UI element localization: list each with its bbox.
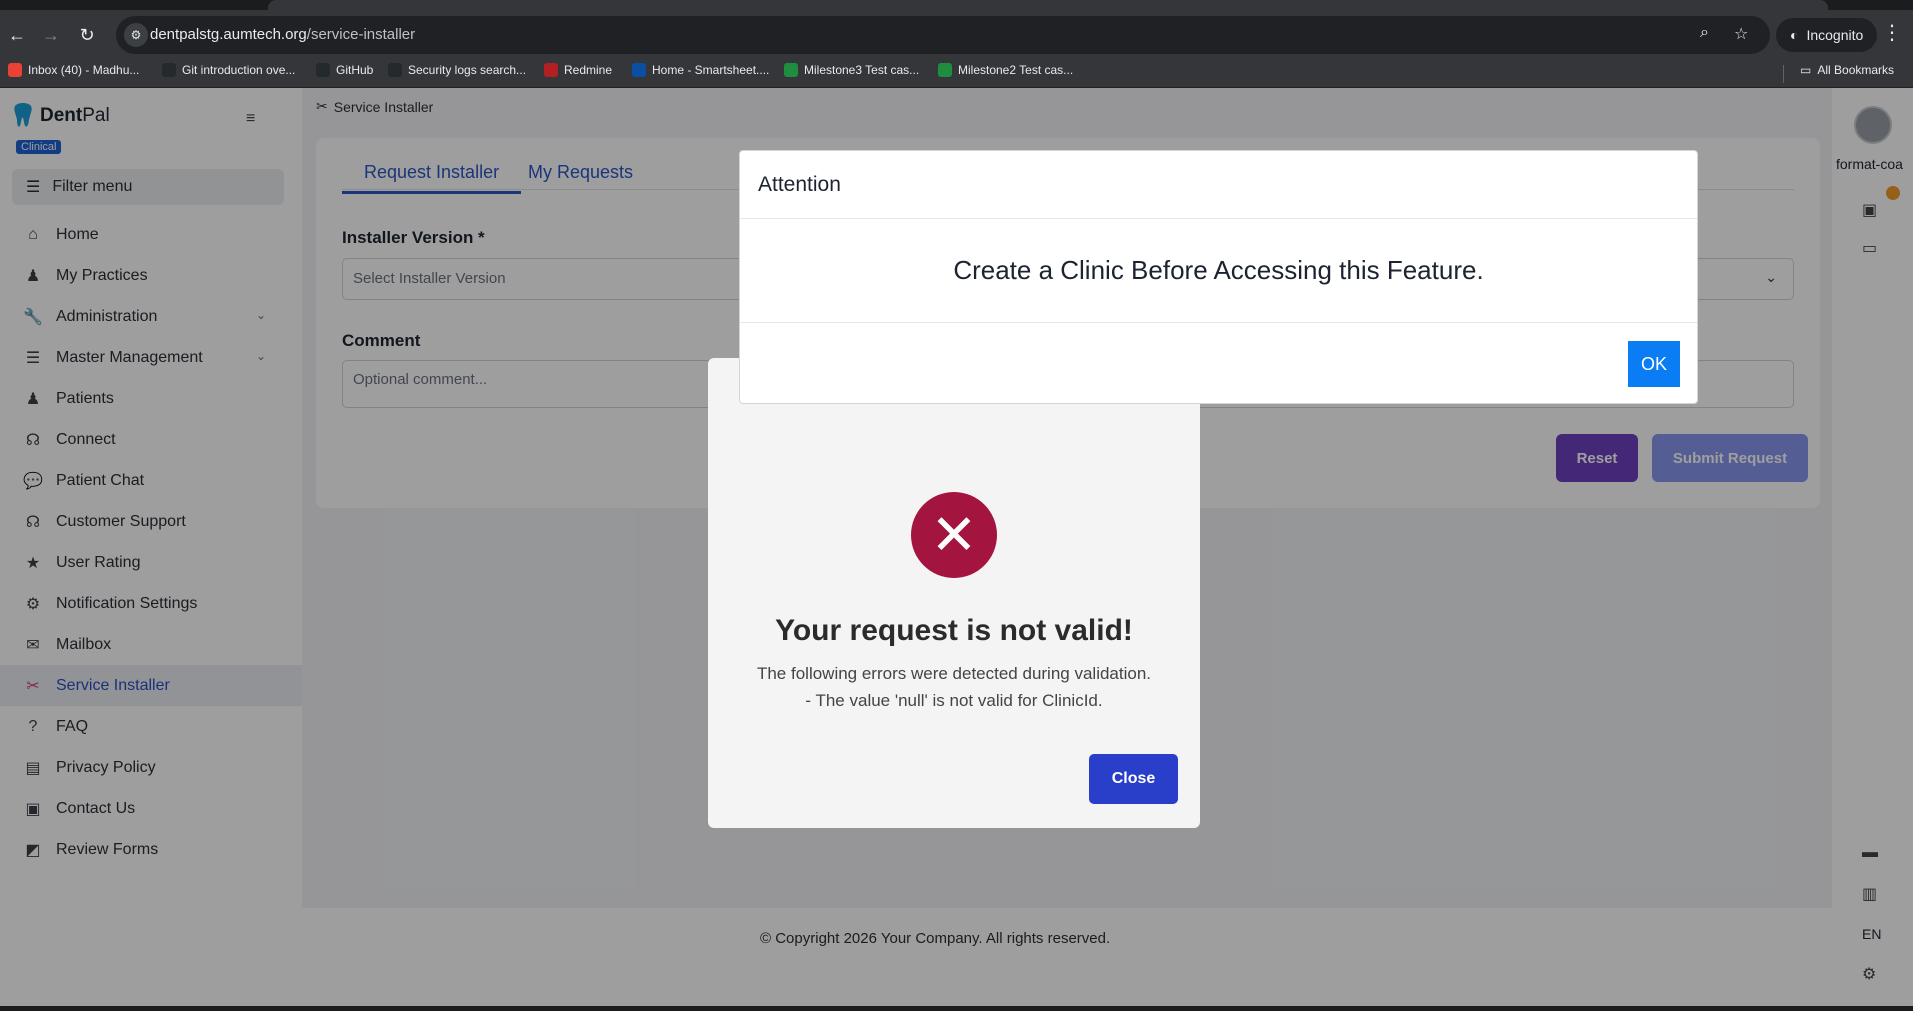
error-text: The following errors were detected durin… — [708, 660, 1200, 714]
all-bookmarks[interactable]: ▭ All Bookmarks — [1800, 63, 1894, 77]
incognito-label: Incognito — [1806, 27, 1864, 43]
error-line-1: The following errors were detected durin… — [756, 664, 1152, 683]
error-dialog: ✕ Your request is not valid! The followi… — [708, 358, 1200, 828]
attention-modal: Attention Create a Clinic Before Accessi… — [739, 150, 1698, 404]
bookmark-item[interactable]: Home - Smartsheet.... — [632, 63, 769, 77]
tab-strip — [0, 0, 1913, 10]
active-tab[interactable] — [268, 0, 1828, 10]
redmine-icon — [544, 63, 558, 77]
url-text[interactable]: dentpalstg.aumtech.org/service-installer — [150, 26, 415, 43]
browser-toolbar: ← → ↻ ⚙ dentpalstg.aumtech.org/service-i… — [0, 10, 1913, 62]
ok-button[interactable]: OK — [1628, 341, 1680, 387]
modal-message: Create a Clinic Before Accessing this Fe… — [740, 219, 1697, 323]
all-bookmarks-label: All Bookmarks — [1817, 63, 1895, 77]
bookmark-label: Security logs search... — [408, 63, 527, 77]
folder-icon: ▭ — [1800, 63, 1812, 77]
bookmark-item[interactable]: Inbox (40) - Madhu... — [8, 63, 139, 77]
sheets-icon — [938, 63, 952, 77]
bookmark-label: Inbox (40) - Madhu... — [28, 63, 140, 77]
bookmarks-divider — [1783, 65, 1784, 83]
github-icon — [162, 63, 176, 77]
bookmark-item[interactable]: Redmine — [544, 63, 612, 77]
bookmarks-bar: ▭ All Bookmarks Inbox (40) - Madhu... Git … — [0, 57, 1913, 88]
bookmark-item[interactable]: Milestone3 Test cas... — [784, 63, 919, 77]
address-bar[interactable]: ⚙ dentpalstg.aumtech.org/service-install… — [116, 16, 1770, 54]
forward-icon[interactable]: → — [36, 20, 66, 50]
zoom-icon[interactable]: ⌕ — [1700, 24, 1709, 42]
gmail-icon — [8, 63, 22, 77]
bookmark-label: Milestone2 Test cas... — [958, 63, 1074, 77]
bookmark-item[interactable]: Git introduction ove... — [162, 63, 295, 77]
reload-icon[interactable]: ↻ — [72, 20, 102, 50]
sheets-icon — [784, 63, 798, 77]
bookmark-item[interactable]: Milestone2 Test cas... — [938, 63, 1073, 77]
modal-title: Attention — [740, 151, 1697, 219]
bookmark-item[interactable]: GitHub — [316, 63, 373, 77]
error-line-2: - The value 'null' is not valid for Clin… — [805, 691, 1103, 710]
smartsheet-icon — [632, 63, 646, 77]
bookmark-star-icon[interactable]: ☆ — [1734, 24, 1748, 44]
bookmark-item[interactable]: Security logs search... — [388, 63, 526, 77]
bookmark-label: GitHub — [336, 63, 374, 77]
bookmark-label: Git introduction ove... — [182, 63, 296, 77]
bookmark-label: Home - Smartsheet.... — [652, 63, 770, 77]
bookmark-label: Redmine — [564, 63, 613, 77]
incognito-indicator[interactable]: ◐ Incognito — [1776, 18, 1878, 52]
back-icon[interactable]: ← — [2, 20, 32, 50]
site-info-icon[interactable]: ⚙ — [124, 23, 148, 47]
app-page: DentPal Clinical ≡ ☰ Filter menu ⌂ Home ♟ My… — [0, 88, 1913, 1006]
error-title: Your request is not valid! — [775, 614, 1133, 647]
bottom-strip — [0, 1006, 1913, 1011]
close-button[interactable]: Close — [1089, 754, 1178, 804]
bookmark-label: Milestone3 Test cas... — [804, 63, 920, 77]
error-x-icon: ✕ — [911, 492, 997, 578]
incognito-icon: ◐ — [1790, 27, 1799, 43]
github-icon — [316, 63, 330, 77]
github-icon — [388, 63, 402, 77]
browser-menu-icon[interactable]: ⋮ — [1880, 20, 1904, 45]
